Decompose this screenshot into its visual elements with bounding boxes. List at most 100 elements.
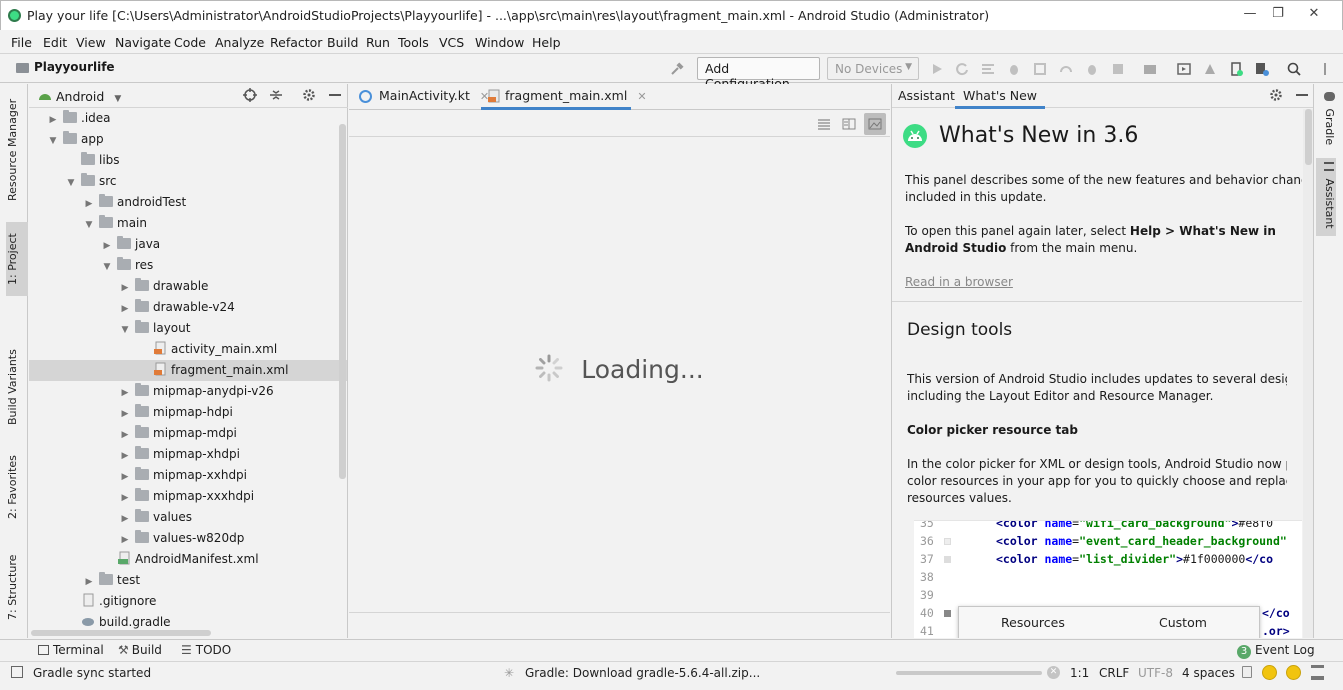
event-log-tab[interactable]: 3 Event Log xyxy=(1237,643,1315,659)
device-file-explorer-icon[interactable] xyxy=(1229,62,1243,76)
tree-item[interactable]: ▶ mipmap-hdpi xyxy=(29,402,347,423)
sync-project-icon[interactable] xyxy=(1143,62,1157,76)
menu-refactor[interactable]: Refactor xyxy=(270,35,322,50)
collapsed-arrow-icon[interactable]: ▶ xyxy=(83,572,95,593)
tab-fragment-main[interactable]: fragment_main.xml ✕ xyxy=(481,84,647,110)
hide-panel-icon[interactable] xyxy=(329,94,341,96)
menu-navigate[interactable]: Navigate xyxy=(115,35,171,50)
smiley-sad-icon[interactable] xyxy=(1286,665,1301,680)
tree-item[interactable]: ▶ mipmap-mdpi xyxy=(29,423,347,444)
tree-item[interactable]: ▶ mipmap-xhdpi xyxy=(29,444,347,465)
apply-changes-icon[interactable] xyxy=(955,62,969,76)
tree-item[interactable]: ▶ mipmap-xxxhdpi xyxy=(29,486,347,507)
collapsed-arrow-icon[interactable]: ▶ xyxy=(119,278,131,299)
project-tab[interactable]: 1: Project xyxy=(6,222,28,296)
tree-item[interactable]: ▼ layout xyxy=(29,318,347,339)
tree-item[interactable]: ▶ drawable xyxy=(29,276,347,297)
structure-tab[interactable]: 7: Structure xyxy=(6,548,28,626)
scrollbar-thumb[interactable] xyxy=(1305,109,1312,165)
collapsed-arrow-icon[interactable]: ▶ xyxy=(119,383,131,404)
menu-build[interactable]: Build xyxy=(327,35,358,50)
run-icon[interactable] xyxy=(930,62,944,76)
project-breadcrumb[interactable]: Playyourlife xyxy=(34,60,115,74)
hector-inspector-icon[interactable] xyxy=(1311,665,1324,680)
expanded-arrow-icon[interactable]: ▼ xyxy=(101,257,113,278)
tree-item[interactable]: ▶ drawable-v24 xyxy=(29,297,347,318)
assistant-tab[interactable]: Assistant xyxy=(1316,158,1336,236)
close-button[interactable]: ✕ xyxy=(1301,5,1327,23)
run-coverage-icon[interactable] xyxy=(1033,62,1047,76)
tree-item[interactable]: ▶ values-w820dp xyxy=(29,528,347,549)
menu-file[interactable]: File xyxy=(11,35,32,50)
overflow-icon[interactable] xyxy=(1318,62,1332,76)
tree-item[interactable]: ▶ androidTest xyxy=(29,192,347,213)
collapsed-arrow-icon[interactable]: ▶ xyxy=(119,425,131,446)
tree-item[interactable]: AndroidManifest.xml xyxy=(29,549,347,570)
expanded-arrow-icon[interactable]: ▼ xyxy=(65,173,77,194)
line-separator[interactable]: CRLF xyxy=(1099,666,1129,680)
cancel-task-icon[interactable]: ✕ xyxy=(1047,666,1060,679)
stop-icon[interactable] xyxy=(1111,62,1125,76)
debug-icon[interactable] xyxy=(1007,62,1021,76)
tab-assistant[interactable]: Assistant xyxy=(898,88,955,103)
lock-icon[interactable] xyxy=(1242,666,1252,678)
tree-item[interactable]: ▼ app xyxy=(29,129,347,150)
device-selector[interactable]: No Devices ▼ xyxy=(827,57,919,80)
add-configuration-button[interactable]: Add Configuration... xyxy=(697,57,820,91)
layout-inspector-icon[interactable] xyxy=(1255,62,1269,76)
background-task[interactable]: Gradle: Download gradle-5.6.4-all.zip... xyxy=(525,666,760,680)
menu-run[interactable]: Run xyxy=(366,35,390,50)
caret-position[interactable]: 1:1 xyxy=(1070,666,1089,680)
collapsed-arrow-icon[interactable]: ▶ xyxy=(101,236,113,257)
hammer-icon[interactable] xyxy=(670,62,684,76)
file-encoding[interactable]: UTF-8 xyxy=(1138,666,1173,680)
menu-code[interactable]: Code xyxy=(174,35,206,50)
tree-item[interactable]: ▼ main xyxy=(29,213,347,234)
project-view-selector[interactable]: Android ▼ xyxy=(56,89,121,104)
terminal-tab[interactable]: Terminal xyxy=(38,643,104,657)
tree-item[interactable]: libs xyxy=(29,150,347,171)
collapsed-arrow-icon[interactable]: ▶ xyxy=(83,194,95,215)
indent-setting[interactable]: 4 spaces xyxy=(1182,666,1235,680)
expanded-arrow-icon[interactable]: ▼ xyxy=(83,215,95,236)
assistant-scrollbar[interactable] xyxy=(1303,109,1313,638)
tree-horizontal-scrollbar[interactable] xyxy=(31,630,211,636)
attach-debugger-icon[interactable] xyxy=(1085,62,1099,76)
tree-item[interactable]: ▶ .idea xyxy=(29,108,347,129)
tree-scrollbar[interactable] xyxy=(339,124,346,479)
search-icon[interactable] xyxy=(1287,62,1301,76)
minimize-button[interactable]: — xyxy=(1237,5,1263,23)
settings-gear-icon[interactable] xyxy=(302,88,316,102)
favorites-tab[interactable]: 2: Favorites xyxy=(6,450,28,524)
menu-vcs[interactable]: VCS xyxy=(439,35,464,50)
tree-item[interactable]: ▶ test xyxy=(29,570,347,591)
collapse-all-icon[interactable] xyxy=(269,88,283,102)
split-view-icon[interactable] xyxy=(842,117,856,131)
design-view-icon[interactable] xyxy=(864,113,886,135)
tree-item[interactable]: ▶ values xyxy=(29,507,347,528)
smiley-happy-icon[interactable] xyxy=(1262,665,1277,680)
hide-panel-icon[interactable] xyxy=(1296,94,1308,96)
tree-item[interactable]: ▼ src xyxy=(29,171,347,192)
tree-item[interactable]: activity_main.xml xyxy=(29,339,347,360)
tree-item[interactable]: .gitignore xyxy=(29,591,347,612)
expanded-arrow-icon[interactable]: ▼ xyxy=(47,131,59,152)
resource-manager-tab[interactable]: Resource Manager xyxy=(6,90,28,210)
collapsed-arrow-icon[interactable]: ▶ xyxy=(119,509,131,530)
collapsed-arrow-icon[interactable]: ▶ xyxy=(119,446,131,467)
collapsed-arrow-icon[interactable]: ▶ xyxy=(119,488,131,509)
tree-item[interactable]: ▶ java xyxy=(29,234,347,255)
menu-tools[interactable]: Tools xyxy=(398,35,429,50)
sdk-manager-icon[interactable] xyxy=(1203,62,1217,76)
locate-file-icon[interactable] xyxy=(243,88,257,102)
collapsed-arrow-icon[interactable]: ▶ xyxy=(119,299,131,320)
build-tab[interactable]: ⚒ Build xyxy=(118,643,162,657)
settings-gear-icon[interactable] xyxy=(1269,88,1283,102)
read-in-browser-link[interactable]: Read in a browser xyxy=(905,274,1013,291)
menu-edit[interactable]: Edit xyxy=(43,35,67,50)
todo-tab[interactable]: ☰ TODO xyxy=(181,643,231,657)
gradle-tab[interactable]: Gradle xyxy=(1316,88,1336,150)
tab-mainactivity[interactable]: MainActivity.kt ✕ xyxy=(355,84,489,110)
expanded-arrow-icon[interactable]: ▼ xyxy=(119,320,131,341)
code-view-icon[interactable] xyxy=(817,117,831,131)
